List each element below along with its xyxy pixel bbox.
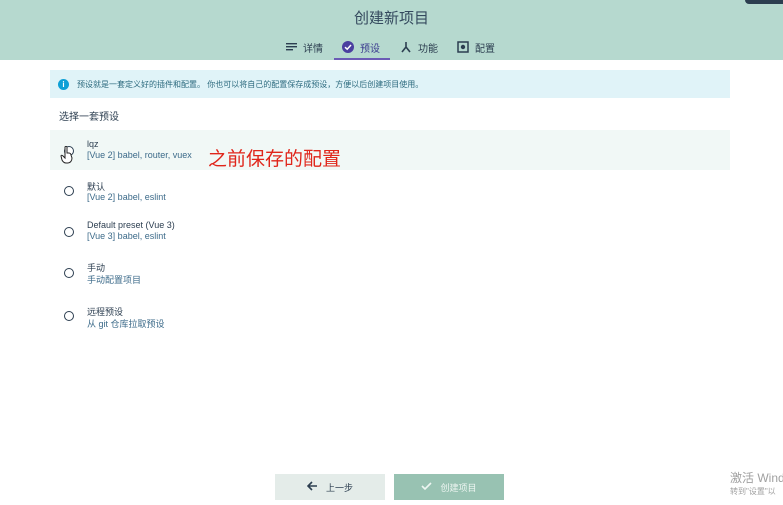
preset-item-default[interactable]: 默认 [Vue 2] babel, eslint [50, 171, 730, 211]
tab-label: 功能 [418, 43, 438, 55]
arrow-left-icon [306, 481, 318, 493]
create-project-button[interactable]: 创建项目 [394, 474, 504, 500]
section-title: 选择一套预设 [59, 112, 119, 123]
preset-desc: 从 git 仓库拉取预设 [87, 319, 165, 329]
preset-item-remote[interactable]: 远程预设 从 git 仓库拉取预设 [50, 296, 730, 336]
previous-button[interactable]: 上一步 [275, 474, 385, 500]
fork-icon [400, 41, 412, 53]
tab-label: 配置 [475, 43, 495, 55]
header-bar: 创建新项目 详情 预设 功能 配置 [0, 0, 783, 60]
activation-watermark-sub: 转到"设置"以 [730, 487, 776, 496]
previous-button-label: 上一步 [325, 482, 353, 493]
tab-details[interactable]: 详情 [278, 36, 331, 58]
info-icon: i [58, 78, 69, 90]
create-project-label: 创建项目 [440, 482, 477, 493]
preset-name: lqz [87, 139, 99, 149]
hand-cursor-icon [60, 145, 74, 169]
check-icon [421, 481, 433, 493]
preset-item-lqz[interactable]: lqz [Vue 2] babel, router, vuex [50, 130, 730, 170]
gear-icon [457, 41, 469, 53]
activation-watermark: 激活 Wind [730, 471, 783, 485]
preset-item-manual[interactable]: 手动 手动配置项目 [50, 253, 730, 293]
preset-name: Default preset (Vue 3) [87, 220, 175, 230]
info-text: 预设就是一套定义好的插件和配置。 你也可以将自己的配置保存成预设，方便以后创建项… [77, 79, 424, 89]
check-circle-icon [342, 41, 354, 53]
tab-label: 预设 [360, 43, 380, 55]
annotation-text: 之前保存的配置 [208, 148, 342, 170]
preset-desc: 手动配置项目 [87, 275, 142, 285]
preset-desc: [Vue 3] babel, eslint [87, 231, 166, 241]
tab-label: 详情 [303, 43, 323, 55]
radio-button[interactable] [64, 186, 74, 196]
preset-desc: [Vue 2] babel, router, vuex [87, 150, 192, 160]
radio-button[interactable] [64, 311, 74, 321]
tab-features[interactable]: 功能 [392, 36, 446, 58]
tab-config[interactable]: 配置 [449, 36, 503, 58]
list-icon [286, 42, 297, 52]
tab-bar: 详情 预设 功能 配置 [0, 36, 783, 60]
page-title: 创建新项目 [353, 10, 429, 27]
preset-item-vue3[interactable]: Default preset (Vue 3) [Vue 3] babel, es… [50, 212, 730, 252]
radio-button[interactable] [64, 268, 74, 278]
tab-presets[interactable]: 预设 [334, 36, 390, 60]
radio-button[interactable] [64, 227, 74, 237]
window-control[interactable] [745, 0, 783, 4]
preset-desc: [Vue 2] babel, eslint [87, 192, 166, 202]
info-banner: i 预设就是一套定义好的插件和配置。 你也可以将自己的配置保存成预设，方便以后创… [50, 70, 730, 98]
